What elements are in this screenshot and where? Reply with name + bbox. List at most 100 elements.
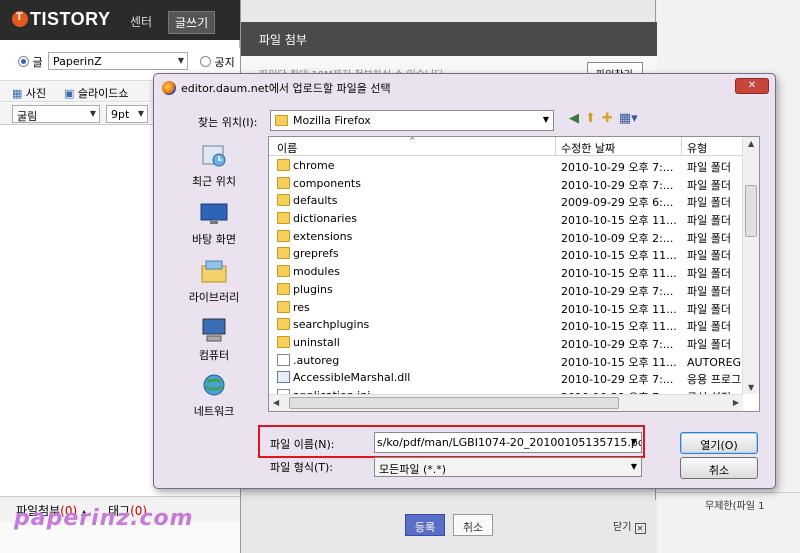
attach-footer: 등록 취소 닫기 ✕ <box>241 500 657 553</box>
file-type: 파일 폴더 <box>687 178 731 192</box>
dll-file-icon <box>277 371 290 384</box>
file-type: AUTOREG 파일 <box>687 355 743 369</box>
file-row[interactable]: chrome 2010-10-29 오후 7:... 파일 폴더 <box>269 157 743 175</box>
file-name: chrome <box>293 159 335 172</box>
slideshow-button[interactable]: ▣ 슬라이드쇼 <box>64 85 129 101</box>
dialog-close-button[interactable]: ✕ <box>735 78 769 94</box>
place-libraries[interactable]: 라이브러리 <box>172 258 256 305</box>
tistory-logo-icon <box>12 11 28 27</box>
chevron-down-icon: ▼ <box>630 462 637 471</box>
place-recent[interactable]: 최근 위치 <box>172 142 256 189</box>
file-row[interactable]: modules 2010-10-15 오후 11... 파일 폴더 <box>269 263 743 281</box>
tistory-logo[interactable]: TISTORY <box>12 9 111 30</box>
file-date: 2010-10-15 오후 11... <box>561 355 677 369</box>
file-name: res <box>293 300 310 314</box>
folder-icon <box>277 176 290 189</box>
file-type: 파일 폴더 <box>687 302 731 316</box>
file-name: modules <box>293 265 340 279</box>
vertical-scrollbar[interactable]: ▲ ▼ <box>742 137 759 394</box>
folder-icon <box>277 282 290 295</box>
file-name: searchplugins <box>293 318 370 332</box>
lookin-select[interactable]: Mozilla Firefox ▼ <box>270 110 554 131</box>
photo-button[interactable]: ▦ 사진 <box>12 85 46 101</box>
dialog-toolbar: ◀ ⬆ ✚ ▦▾ <box>569 111 644 131</box>
place-computer[interactable]: 컴퓨터 <box>172 316 256 363</box>
close-panel-button[interactable]: 닫기 ✕ <box>613 518 646 534</box>
tistory-topbar: TISTORY 센터 글쓰기 <box>0 0 240 40</box>
scroll-up-icon[interactable]: ▲ <box>748 139 754 148</box>
column-name[interactable]: 이름 <box>277 140 297 156</box>
recent-places-icon <box>202 145 226 167</box>
up-folder-icon[interactable]: ⬆ <box>585 111 596 126</box>
file-row[interactable]: plugins 2010-10-29 오후 7:... 파일 폴더 <box>269 281 743 299</box>
notice-radio[interactable] <box>200 56 211 67</box>
photo-icon: ▦ <box>12 87 23 100</box>
file-row[interactable]: AccessibleMarshal.dll 2010-10-29 오후 7:...… <box>269 369 743 387</box>
scroll-left-icon[interactable]: ◀ <box>273 398 279 407</box>
desktop-icon <box>200 203 228 224</box>
folder-icon <box>277 194 290 207</box>
open-button[interactable]: 열기(O) <box>680 432 758 454</box>
filename-label: 파일 이름(N): <box>270 438 335 451</box>
place-desktop[interactable]: 바탕 화면 <box>172 200 256 247</box>
nav-write[interactable]: 글쓰기 <box>168 11 216 34</box>
scroll-down-icon[interactable]: ▼ <box>748 383 754 392</box>
file-type: 파일 폴더 <box>687 284 731 298</box>
file-row[interactable]: defaults 2009-09-29 오후 6:... 파일 폴더 <box>269 192 743 210</box>
chevron-down-icon: ▼ <box>137 109 144 118</box>
file-row[interactable]: searchplugins 2010-10-15 오후 11... 파일 폴더 <box>269 316 743 334</box>
folder-icon <box>277 300 290 313</box>
font-select[interactable]: 굴림 ▼ <box>12 105 100 123</box>
nav-center[interactable]: 센터 <box>130 13 152 30</box>
quota-status: 무제한(파일 1 <box>657 492 800 512</box>
chevron-down-icon[interactable]: ▼ <box>631 437 637 446</box>
file-row[interactable]: .autoreg 2010-10-15 오후 11... AUTOREG 파일 <box>269 352 743 370</box>
file-date: 2010-10-29 오후 7:... <box>561 373 674 387</box>
column-date[interactable]: 수정한 날짜 <box>561 140 615 156</box>
file-name: uninstall <box>293 335 340 349</box>
folder-icon <box>277 265 290 278</box>
file-date: 2009-09-29 오후 6:... <box>561 196 674 210</box>
file-row[interactable]: dictionaries 2010-10-15 오후 11... 파일 폴더 <box>269 210 743 228</box>
folder-icon <box>275 115 288 126</box>
dialog-cancel-button[interactable]: 취소 <box>680 457 758 479</box>
column-type[interactable]: 유형 <box>687 140 707 156</box>
horizontal-scrollbar[interactable]: ◀ ▶ <box>269 394 743 411</box>
new-folder-icon[interactable]: ✚ <box>602 111 613 126</box>
places-bar: 최근 위치 바탕 화면 라이브러리 컴퓨터 네트워크 <box>172 136 256 419</box>
sort-asc-icon: ^ <box>409 136 416 145</box>
file-rows: chrome 2010-10-29 오후 7:... 파일 폴더 components… <box>269 157 743 405</box>
view-menu-icon[interactable]: ▦▾ <box>619 111 638 126</box>
filetype-select[interactable]: 모든파일 (*.*) ▼ <box>374 457 642 477</box>
submit-button[interactable]: 등록 <box>405 514 445 536</box>
cancel-attach-button[interactable]: 취소 <box>453 514 493 536</box>
file-date: 2010-10-15 오후 11... <box>561 267 677 281</box>
folder-icon <box>277 159 290 171</box>
file-date: 2010-10-15 오후 11... <box>561 302 677 316</box>
file-date: 2010-10-29 오후 7:... <box>561 337 674 351</box>
file-name: .autoreg <box>293 353 340 367</box>
file-type: 파일 폴더 <box>687 161 731 174</box>
hscroll-thumb[interactable] <box>289 397 619 409</box>
file-row[interactable]: uninstall 2010-10-29 오후 7:... 파일 폴더 <box>269 334 743 352</box>
computer-icon <box>202 318 226 342</box>
back-icon[interactable]: ◀ <box>569 111 579 126</box>
file-row[interactable]: extensions 2010-10-09 오후 2:... 파일 폴더 <box>269 228 743 246</box>
file-date: 2010-10-29 오후 7:... <box>561 178 674 192</box>
slideshow-icon: ▣ <box>64 87 75 100</box>
file-row[interactable]: greprefs 2010-10-15 오후 11... 파일 폴더 <box>269 245 743 263</box>
font-size-select[interactable]: 9pt ▼ <box>106 105 148 123</box>
scroll-thumb[interactable] <box>745 185 757 237</box>
file-row[interactable]: components 2010-10-29 오후 7:... 파일 폴더 <box>269 175 743 193</box>
file-row[interactable]: res 2010-10-15 오후 11... 파일 폴더 <box>269 299 743 317</box>
filename-input[interactable]: s/ko/pdf/man/LGBI1074-20_20100105135715.… <box>374 432 642 453</box>
file-type: 파일 폴더 <box>687 214 731 228</box>
blog-select[interactable]: PaperinZ ▼ <box>48 52 188 70</box>
scroll-right-icon[interactable]: ▶ <box>733 398 739 407</box>
file-date: 2010-10-15 오후 11... <box>561 214 677 228</box>
post-type-radio[interactable] <box>18 56 29 67</box>
place-network[interactable]: 네트워크 <box>172 372 256 419</box>
file-type: 파일 폴더 <box>687 320 731 334</box>
file-type: 파일 폴더 <box>687 249 731 263</box>
folder-icon <box>277 335 290 348</box>
